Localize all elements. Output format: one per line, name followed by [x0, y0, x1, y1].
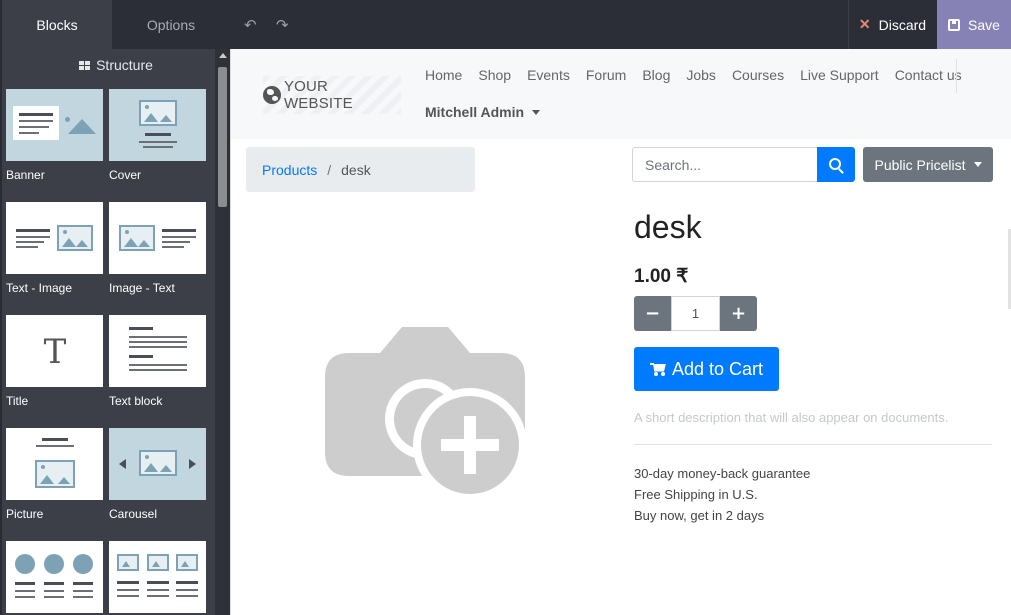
pricelist-dropdown[interactable]: Public Pricelist [863, 147, 993, 182]
save-label: Save [968, 16, 1000, 33]
block-three-columns[interactable] [109, 541, 206, 613]
site-logo[interactable]: YOUR WEBSITE [263, 76, 401, 114]
search-input[interactable] [632, 147, 817, 182]
quantity-input[interactable] [671, 296, 720, 331]
term-money-back: 30-day money-back guarantee [634, 466, 811, 481]
sidebar-tabs: Blocks Options [2, 0, 230, 49]
nav-item-shop[interactable]: Shop [470, 67, 519, 83]
nav-item-forum[interactable]: Forum [578, 67, 634, 83]
breadcrumb-current: desk [341, 161, 371, 178]
undo-icon[interactable]: ↶ [244, 16, 260, 34]
search-button[interactable] [817, 147, 855, 182]
camera-placeholder-icon [325, 327, 525, 502]
text-image-thumbnail-icon [6, 202, 103, 274]
block-label: Image - Text [109, 281, 175, 295]
section-title-structure: Structure [2, 49, 230, 81]
block-label: Text block [109, 394, 163, 408]
block-text-block[interactable]: Text block [109, 315, 206, 408]
nav-item-jobs[interactable]: Jobs [678, 67, 724, 83]
term-free-shipping: Free Shipping in U.S. [634, 487, 758, 502]
block-label: Cover [109, 168, 142, 182]
globe-icon [263, 86, 281, 104]
features-thumbnail-icon [6, 541, 103, 613]
block-picture[interactable]: Picture [6, 428, 103, 521]
close-icon: ✕ [858, 16, 871, 32]
text-block-thumbnail-icon [109, 315, 206, 387]
breadcrumb-separator: / [327, 161, 332, 178]
block-banner[interactable]: Banner [6, 89, 103, 182]
user-menu[interactable]: Mitchell Admin [425, 104, 541, 120]
carousel-thumbnail-icon [109, 428, 206, 500]
term-delivery: Buy now, get in 2 days [634, 508, 765, 523]
caret-down-icon [532, 109, 541, 115]
nav-item-blog[interactable]: Blog [634, 67, 678, 83]
tab-options[interactable]: Options [112, 0, 230, 49]
scrollbar-thumb[interactable] [218, 67, 227, 207]
product-name: desk [634, 209, 702, 245]
floppy-disk-icon [948, 18, 961, 31]
product-price: 1.00 ₹ [634, 266, 689, 287]
block-label: Banner [6, 168, 45, 182]
nav-item-home[interactable]: Home [425, 67, 470, 83]
block-text-image[interactable]: Text - Image [6, 202, 103, 295]
main-nav: Home Shop Events Forum Blog Jobs Courses… [425, 67, 970, 83]
three-columns-thumbnail-icon [109, 541, 206, 613]
sidebar-scrollbar[interactable] [215, 49, 230, 615]
banner-thumbnail-icon [6, 89, 103, 161]
tab-blocks[interactable]: Blocks [2, 0, 112, 49]
block-label: Carousel [109, 507, 158, 521]
add-to-cart-button[interactable]: Add to Cart [634, 347, 779, 391]
scroll-up-arrow-icon[interactable] [219, 53, 227, 58]
nav-item-contact-us[interactable]: Contact us [887, 67, 970, 83]
redo-icon[interactable]: ↷ [276, 16, 292, 34]
quantity-stepper: − + [634, 296, 757, 331]
add-to-cart-label: Add to Cart [671, 358, 764, 379]
breadcrumb: Products / desk [246, 147, 475, 192]
search-icon [829, 157, 841, 170]
product-search [632, 147, 855, 182]
discard-button[interactable]: ✕ Discard [848, 0, 936, 49]
site-header: YOUR WEBSITE Home Shop Events Forum Blog… [231, 49, 1011, 139]
decrease-quantity-button[interactable]: − [634, 296, 671, 331]
pricelist-label: Public Pricelist [874, 156, 966, 173]
th-large-icon [79, 60, 91, 70]
block-cover[interactable]: Cover [109, 89, 206, 182]
caret-down-icon [973, 162, 982, 167]
discard-label: Discard [878, 16, 927, 33]
increase-quantity-button[interactable]: + [720, 296, 757, 331]
user-name: Mitchell Admin [425, 104, 525, 120]
editor-sidebar: Blocks Options Structure Banner Cover Te… [0, 0, 230, 615]
divider [634, 444, 992, 445]
title-thumbnail-icon: T [6, 315, 103, 387]
block-features[interactable] [6, 541, 103, 613]
block-carousel[interactable]: Carousel [109, 428, 206, 521]
website-preview: YOUR WEBSITE Home Shop Events Forum Blog… [230, 49, 1011, 615]
nav-item-events[interactable]: Events [519, 67, 578, 83]
nav-item-courses[interactable]: Courses [724, 67, 792, 83]
save-button[interactable]: Save [937, 0, 1011, 49]
section-title-label: Structure [96, 57, 153, 73]
picture-thumbnail-icon [6, 428, 103, 500]
shopping-cart-icon [649, 362, 666, 376]
image-text-thumbnail-icon [109, 202, 206, 274]
breadcrumb-products[interactable]: Products [262, 162, 317, 178]
nav-divider [956, 59, 957, 93]
block-label: Text - Image [6, 281, 73, 295]
nav-item-live-support[interactable]: Live Support [792, 67, 887, 83]
blocks-panel: Structure Banner Cover Text - Image Imag… [2, 49, 230, 615]
editor-topbar: ↶ ↷ ✕ Discard Save [230, 0, 1011, 49]
block-image-text[interactable]: Image - Text [109, 202, 206, 295]
product-terms: 30-day money-back guarantee Free Shippin… [634, 463, 810, 526]
block-label: Picture [6, 507, 44, 521]
block-label: Title [6, 394, 29, 408]
short-description[interactable]: A short description that will also appea… [634, 410, 948, 425]
logo-text: YOUR WEBSITE [283, 78, 353, 112]
block-title[interactable]: T Title [6, 315, 103, 408]
cover-thumbnail-icon [109, 89, 206, 161]
